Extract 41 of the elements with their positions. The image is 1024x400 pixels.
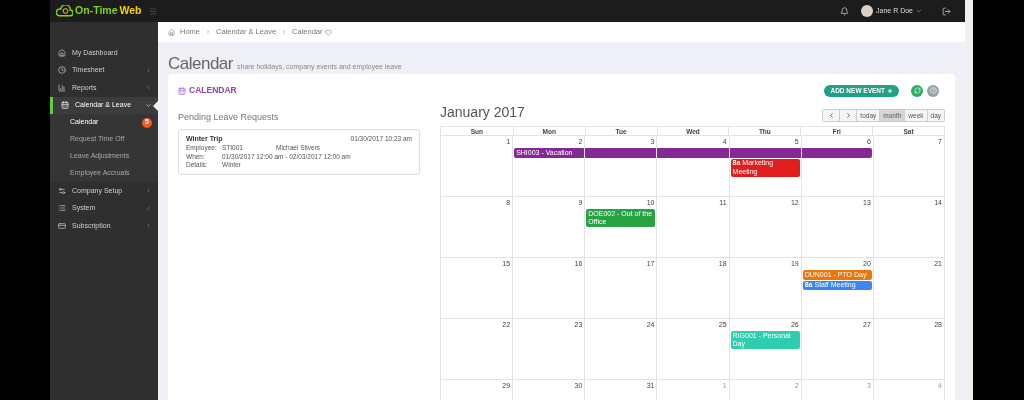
event-bar-continuation[interactable]	[729, 148, 801, 158]
chevron-icon	[145, 66, 152, 74]
refresh-button[interactable]	[911, 84, 923, 97]
menu-icon[interactable]	[149, 6, 158, 16]
heart-icon[interactable]	[324, 28, 332, 36]
previous-button[interactable]	[823, 110, 841, 121]
chevron-icon	[145, 187, 152, 195]
month-title: January 2017	[440, 103, 525, 122]
bar-chart-icon	[58, 83, 66, 92]
chevron-icon	[145, 204, 152, 212]
event-bar-continuation[interactable]	[585, 148, 657, 158]
clock-icon	[58, 66, 66, 75]
logo-text: On-Time	[75, 3, 118, 19]
next-button[interactable]	[840, 110, 858, 121]
list-icon	[58, 204, 66, 213]
logout-icon[interactable]	[942, 6, 951, 16]
scrollbar[interactable]	[965, 0, 973, 400]
card-title: CALENDAR	[189, 84, 237, 97]
home-icon	[58, 48, 66, 57]
calendar-icon	[178, 86, 186, 95]
plus-icon	[887, 87, 893, 94]
chevron-icon	[145, 222, 152, 230]
cloud-clock-logo-icon	[56, 5, 74, 17]
separator-icon	[281, 29, 288, 35]
section-title: Pending Leave Requests	[178, 111, 280, 124]
chevron-icon	[145, 84, 152, 92]
logo-text: Web	[119, 3, 142, 19]
home-icon	[168, 28, 175, 36]
chevron-left-icon	[827, 112, 835, 119]
calendar-icon	[61, 101, 69, 110]
event-bar-continuation[interactable]	[801, 148, 872, 158]
card-icon	[58, 221, 66, 230]
separator-icon	[205, 29, 211, 35]
event-bar-continuation[interactable]	[657, 148, 729, 158]
notification-bell-icon[interactable]	[840, 6, 850, 16]
page-title: Calendar	[168, 53, 233, 75]
chevron-icon	[145, 101, 152, 109]
chevron-right-icon	[844, 112, 852, 119]
chevron-icon	[916, 8, 922, 14]
help-button[interactable]	[927, 84, 939, 97]
avatar	[861, 5, 874, 17]
